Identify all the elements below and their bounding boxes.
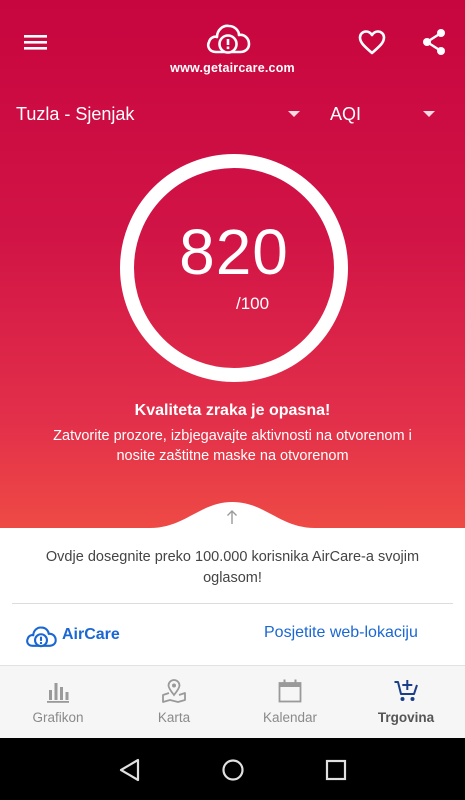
share-button[interactable]: [418, 26, 450, 58]
nav-label: Trgovina: [377, 710, 435, 725]
back-icon[interactable]: [116, 756, 144, 784]
nav-label: Karta: [157, 710, 191, 725]
metric-label: AQI: [330, 104, 362, 124]
bottom-navigation: Grafikon Karta Kalendar Trgovina: [0, 665, 465, 738]
nav-item-grafikon[interactable]: Grafikon: [0, 666, 116, 739]
menu-button[interactable]: [18, 26, 54, 58]
top-bar: www.getaircare.com: [0, 0, 465, 90]
site-url: www.getaircare.com: [170, 61, 295, 75]
recents-icon[interactable]: [322, 756, 350, 784]
metric-dropdown[interactable]: AQI: [330, 100, 438, 130]
favorite-button[interactable]: [356, 26, 388, 58]
chevron-down-icon: [288, 111, 300, 117]
ad-text: Ovdje dosegnite preko 100.000 korisnika …: [45, 549, 420, 586]
logo: [204, 18, 252, 58]
calendar-icon: [278, 679, 302, 703]
arrow-up-icon[interactable]: [224, 508, 240, 526]
chevron-down-icon: [423, 111, 435, 117]
divider: [12, 603, 453, 604]
visit-website-link[interactable]: Posjetite web-lokaciju: [264, 624, 418, 642]
location-label: Tuzla - Sjenjak: [16, 104, 135, 124]
location-dropdown[interactable]: Tuzla - Sjenjak: [16, 100, 302, 130]
status-description: Zatvorite prozore, izbjegavajte aktivnos…: [53, 428, 412, 464]
nav-label: Kalendar: [262, 710, 318, 725]
cloud-alert-icon: [206, 24, 251, 54]
cart-plus-icon: [394, 680, 418, 701]
share-icon: [423, 29, 445, 55]
status-title: Kvaliteta zraka je opasna!: [134, 402, 331, 419]
home-icon[interactable]: [219, 756, 247, 784]
nav-item-trgovina[interactable]: Trgovina: [348, 666, 464, 739]
aqi-gauge: 820 /100: [118, 152, 350, 384]
aqi-value: 820: [179, 216, 289, 288]
system-navigation-bar: [0, 738, 465, 800]
heart-icon: [358, 30, 386, 55]
cloud-alert-icon: [26, 626, 57, 648]
nav-item-karta[interactable]: Karta: [116, 666, 232, 739]
nav-item-kalendar[interactable]: Kalendar: [232, 666, 348, 739]
brand-name: AirCare: [62, 626, 120, 643]
aqi-max-label: /100: [236, 294, 270, 313]
hero-panel: www.getaircare.com Tuzla - Sjenjak AQI 8…: [0, 0, 465, 528]
bar-chart-icon: [47, 683, 69, 703]
hamburger-menu-icon: [24, 35, 47, 50]
map-pin-icon: [162, 679, 186, 703]
nav-label: Grafikon: [32, 710, 84, 725]
